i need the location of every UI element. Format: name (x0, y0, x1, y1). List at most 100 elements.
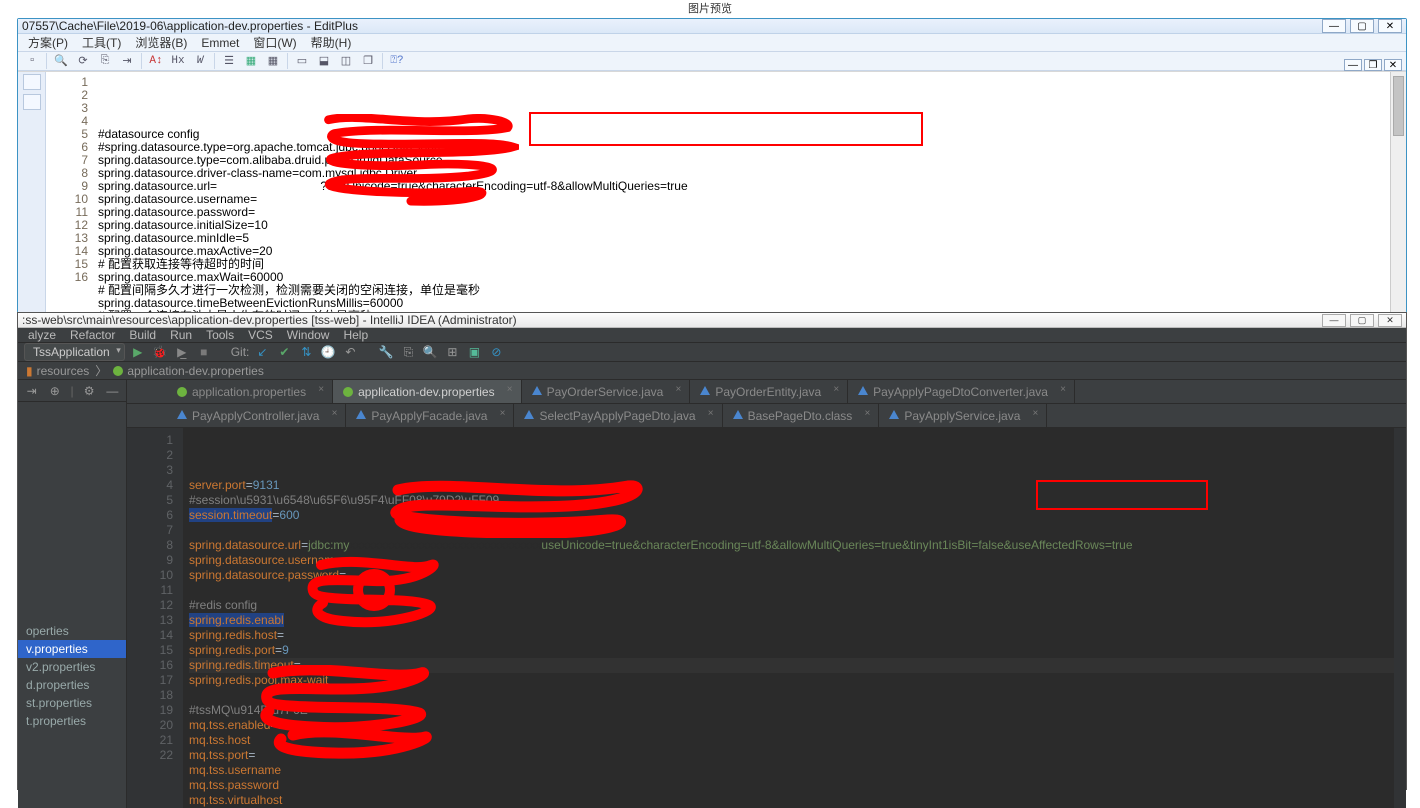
page-caption: 图片预览 (0, 0, 1420, 12)
sync-icon[interactable]: ⎘ (399, 343, 417, 361)
crumb-resources[interactable]: ▮resources (26, 364, 89, 378)
project-file-item[interactable]: st.properties (18, 694, 126, 712)
menu-item[interactable]: 帮助(H) (311, 34, 352, 51)
project-file-item[interactable]: v.properties (18, 640, 126, 658)
intellij-titlebar[interactable]: :ss-web\src\main\resources\application-d… (18, 313, 1406, 328)
menu-item[interactable]: Build (129, 328, 156, 342)
cascade-icon[interactable]: ❐ (358, 52, 378, 70)
editor-tab[interactable]: PayApplyController.java× (167, 404, 346, 427)
menu-item[interactable]: Run (170, 328, 192, 342)
menu-item[interactable]: Tools (206, 328, 234, 342)
git-label: Git: (231, 345, 250, 359)
menu-item[interactable]: Emmet (201, 36, 239, 50)
menu-item[interactable]: 工具(T) (82, 34, 121, 51)
editor-tab[interactable]: PayOrderEntity.java× (690, 380, 848, 403)
refresh-icon[interactable]: ⟳ (73, 52, 93, 70)
coverage-icon[interactable]: ▶̲ (173, 343, 191, 361)
menu-item[interactable]: 浏览器(B) (135, 34, 187, 51)
java-icon (889, 410, 899, 419)
hide-icon[interactable]: — (105, 382, 120, 400)
editplus-scrollbar[interactable] (1390, 72, 1406, 336)
minimize-button[interactable]: — (1322, 19, 1346, 33)
tab-close-icon[interactable]: × (708, 408, 714, 419)
editplus-editor[interactable]: 12345678910111213141516 #datasource conf… (46, 72, 1406, 336)
side-folder-icon[interactable] (23, 94, 41, 110)
window-icon[interactable]: ▭ (292, 52, 312, 70)
debug-icon[interactable]: 🐞 (151, 343, 169, 361)
intellij-editor[interactable]: 12345678910111213141516171819202122 serv… (127, 428, 1406, 808)
maximize-button[interactable]: ▢ (1350, 19, 1374, 33)
editor-tab[interactable]: PayOrderService.java× (522, 380, 691, 403)
wordwrap-icon[interactable]: W (190, 52, 210, 70)
preview-icon[interactable]: ▣ (465, 343, 483, 361)
hex-icon[interactable]: Hx (168, 52, 188, 70)
menu-item[interactable]: Help (343, 328, 368, 342)
maximize-button[interactable]: ▢ (1350, 314, 1374, 327)
locate-icon[interactable]: ⊕ (47, 382, 62, 400)
search-icon[interactable]: 🔍 (421, 343, 439, 361)
font-icon[interactable]: A↕ (146, 52, 166, 70)
tab-close-icon[interactable]: × (675, 384, 681, 395)
project-file-item[interactable]: d.properties (18, 676, 126, 694)
project-file-item[interactable]: operties (18, 622, 126, 640)
editor-tab[interactable]: PayApplyPageDtoConverter.java× (848, 380, 1075, 403)
minimize-button[interactable]: — (1322, 314, 1346, 327)
intellij-code[interactable]: server.port=9131#session\u5931\u6548\u65… (183, 428, 1394, 808)
tab-close-icon[interactable]: × (1033, 408, 1039, 419)
disable-icon[interactable]: ⊘ (487, 343, 505, 361)
crumb-file[interactable]: application-dev.properties (113, 364, 264, 378)
search-icon[interactable]: 🔍 (51, 52, 71, 70)
mdi-restore-icon[interactable]: ❐ (1364, 59, 1382, 71)
gear-icon[interactable]: ⚙ (82, 382, 97, 400)
scrollbar-thumb[interactable] (1393, 76, 1404, 136)
git-commit-icon[interactable]: ✔ (275, 343, 293, 361)
tab-close-icon[interactable]: × (318, 384, 324, 395)
tab-close-icon[interactable]: × (332, 408, 338, 419)
list-icon[interactable]: ☰ (219, 52, 239, 70)
tab-close-icon[interactable]: × (1060, 384, 1066, 395)
structure-icon[interactable]: ⊞ (443, 343, 461, 361)
close-button[interactable]: ✕ (1378, 19, 1402, 33)
project-file-item[interactable]: t.properties (18, 712, 126, 730)
git-update-icon[interactable]: ↙ (253, 343, 271, 361)
help-icon[interactable]: ⍰? (387, 52, 407, 70)
menu-item[interactable]: VCS (248, 328, 273, 342)
build-icon[interactable]: 🔧 (377, 343, 395, 361)
editor-tab[interactable]: application.properties× (167, 380, 333, 403)
grid-icon[interactable]: ▦ (241, 52, 261, 70)
editor-tab[interactable]: application-dev.properties× (333, 380, 522, 403)
editor-tab[interactable]: BasePageDto.class× (723, 404, 880, 427)
copy-icon[interactable]: ⎘ (95, 52, 115, 70)
editplus-code[interactable]: #datasource config#spring.datasource.typ… (94, 72, 1390, 336)
grid2-icon[interactable]: ▦ (263, 52, 283, 70)
run-config-dropdown[interactable]: TssApplication (24, 343, 125, 361)
menu-item[interactable]: 方案(P) (28, 34, 68, 51)
menu-item[interactable]: Window (287, 328, 330, 342)
menu-item[interactable]: Refactor (70, 328, 115, 342)
mdi-close-icon[interactable]: ✕ (1384, 59, 1402, 71)
editor-tab[interactable]: SelectPayApplyPageDto.java× (514, 404, 722, 427)
collapse-icon[interactable]: ⇥ (24, 382, 39, 400)
close-button[interactable]: ✕ (1378, 314, 1402, 327)
tab-close-icon[interactable]: × (864, 408, 870, 419)
tile-v-icon[interactable]: ◫ (336, 52, 356, 70)
new-file-icon[interactable]: ▫ (22, 52, 42, 70)
editplus-titlebar[interactable]: 07557\Cache\File\2019-06\application-dev… (18, 19, 1406, 34)
run-icon[interactable]: ▶ (129, 343, 147, 361)
tab-close-icon[interactable]: × (500, 408, 506, 419)
tile-h-icon[interactable]: ⬓ (314, 52, 334, 70)
tab-close-icon[interactable]: × (833, 384, 839, 395)
side-doc-icon[interactable] (23, 74, 41, 90)
editor-tab[interactable]: PayApplyService.java× (879, 404, 1047, 427)
project-file-item[interactable]: v2.properties (18, 658, 126, 676)
git-history-icon[interactable]: 🕘 (319, 343, 337, 361)
menu-item[interactable]: alyze (28, 328, 56, 342)
git-compare-icon[interactable]: ⇅ (297, 343, 315, 361)
mdi-min-icon[interactable]: — (1344, 59, 1362, 71)
indent-icon[interactable]: ⇥ (117, 52, 137, 70)
git-revert-icon[interactable]: ↶ (341, 343, 359, 361)
tab-close-icon[interactable]: × (507, 384, 513, 395)
menu-item[interactable]: 窗口(W) (253, 34, 296, 51)
editor-tab[interactable]: PayApplyFacade.java× (346, 404, 514, 427)
stop-icon[interactable]: ■ (195, 343, 213, 361)
